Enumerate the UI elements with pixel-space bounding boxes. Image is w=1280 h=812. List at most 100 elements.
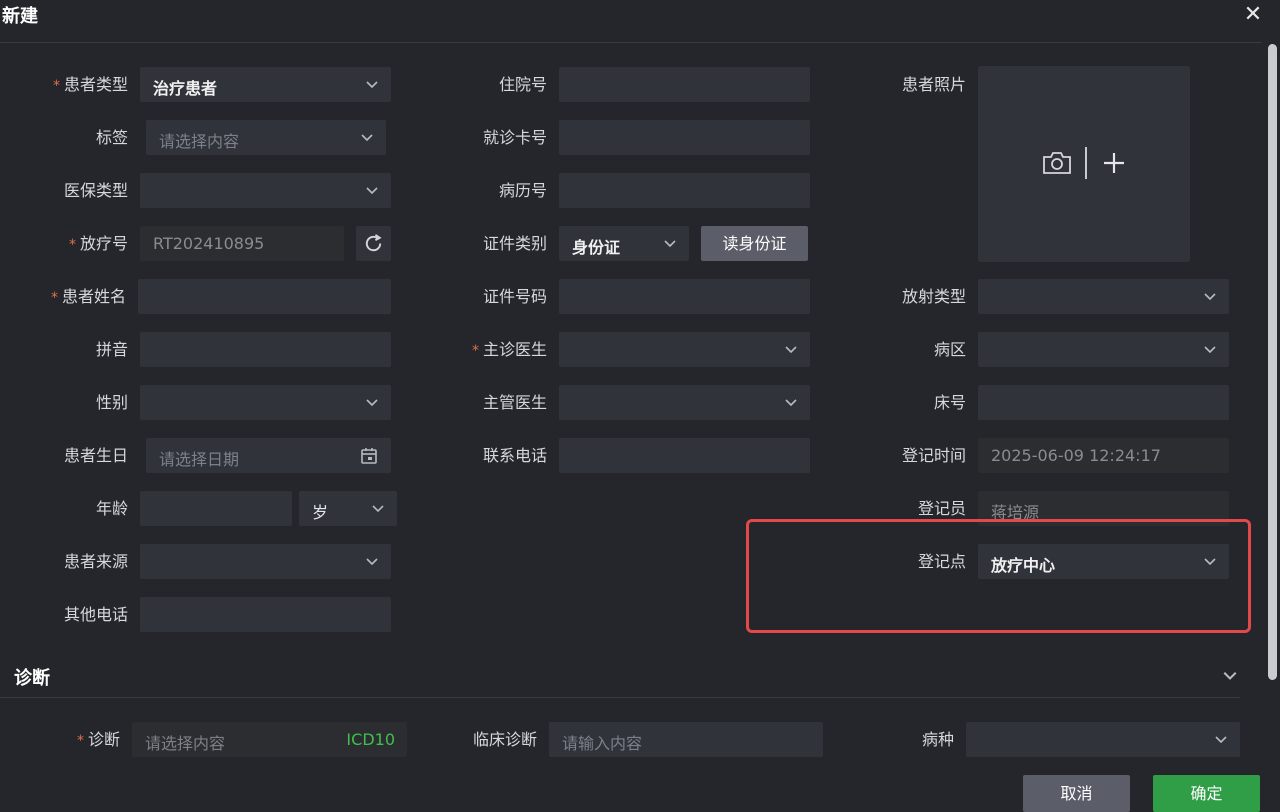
icd10-tag[interactable]: ICD10 (346, 730, 395, 749)
patient-photo-label: 患者照片 (901, 75, 966, 94)
new-patient-dialog: 新建 ✕ * 患者类型 治疗患者 标签 请选择内容 医保类型 * 放疗号 RT202… (0, 0, 1280, 812)
pinyin-input[interactable] (140, 332, 391, 367)
divider (0, 697, 1240, 698)
birthday-datepicker[interactable]: 请选择日期 (146, 438, 391, 473)
divider (1085, 147, 1087, 179)
tag-label: 标签 (95, 128, 128, 147)
chevron-down-icon (371, 501, 385, 515)
registrar-label: 登记员 (917, 499, 966, 518)
ward-label: 病区 (933, 340, 966, 359)
chevron-down-icon (1203, 289, 1217, 303)
section-title-diagnosis: 诊断 (14, 668, 50, 689)
other-phone-label: 其他电话 (63, 605, 128, 624)
chevron-down-icon (365, 77, 379, 91)
insurance-type-select[interactable] (140, 173, 391, 208)
bed-no-input[interactable] (978, 385, 1229, 420)
supervising-doctor-select[interactable] (559, 385, 810, 420)
radiation-type-select[interactable] (978, 279, 1229, 314)
chevron-down-icon (1203, 342, 1217, 356)
clinical-diagnosis-label: 临床诊断 (472, 730, 537, 749)
visit-card-no-input[interactable] (559, 120, 810, 155)
bed-no-label: 床号 (933, 393, 966, 412)
radiation-type-label: 放射类型 (901, 287, 966, 306)
chevron-down-icon (365, 395, 379, 409)
diagnosis-label: * 诊断 (76, 730, 120, 749)
radiotherapy-no-field: RT202410895 (140, 226, 344, 261)
id-number-input[interactable] (559, 279, 810, 314)
read-id-card-button[interactable]: 读身份证 (701, 226, 808, 261)
required-mark: * (50, 290, 58, 306)
ward-select[interactable] (978, 332, 1229, 367)
gender-label: 性别 (95, 393, 128, 412)
birthday-placeholder: 请选择日期 (159, 450, 240, 469)
close-icon[interactable]: ✕ (1240, 4, 1266, 30)
plus-icon[interactable] (1103, 152, 1125, 174)
age-unit-value: 岁 (312, 503, 329, 522)
chevron-down-icon[interactable] (1222, 667, 1238, 687)
chevron-down-icon (365, 554, 379, 568)
disease-type-select[interactable] (966, 722, 1240, 757)
calendar-icon (360, 447, 378, 465)
chevron-down-icon (360, 130, 374, 144)
refresh-icon (365, 234, 382, 252)
patient-type-value: 治疗患者 (153, 79, 218, 98)
id-type-label: 证件类别 (482, 234, 547, 253)
attending-doctor-label: * 主诊医生 (471, 340, 547, 359)
visit-card-no-label: 就诊卡号 (482, 128, 547, 147)
chevron-down-icon (365, 183, 379, 197)
refresh-button[interactable] (356, 226, 391, 261)
camera-icon[interactable] (1042, 151, 1072, 175)
scrollbar[interactable] (1266, 44, 1280, 684)
required-mark: * (471, 343, 479, 359)
patient-name-input[interactable] (138, 279, 391, 314)
patient-source-select[interactable] (140, 544, 391, 579)
id-type-value: 身份证 (572, 238, 621, 257)
radiotherapy-no-value: RT202410895 (153, 234, 265, 253)
tag-placeholder: 请选择内容 (159, 132, 240, 151)
inpatient-no-input[interactable] (559, 67, 810, 102)
age-input[interactable] (140, 491, 292, 526)
diagnosis-select[interactable]: 请选择内容 ICD10 (132, 722, 407, 757)
diagnosis-placeholder: 请选择内容 (145, 734, 226, 753)
patient-source-label: 患者来源 (63, 552, 128, 571)
highlight-box (746, 519, 1251, 633)
chevron-down-icon (784, 342, 798, 356)
register-time-label: 登记时间 (901, 446, 966, 465)
chevron-down-icon (784, 395, 798, 409)
register-time-value: 2025-06-09 12:24:17 (991, 446, 1161, 465)
radiotherapy-no-label: * 放疗号 (68, 234, 128, 253)
birthday-label: 患者生日 (63, 446, 128, 465)
patient-type-select[interactable]: 治疗患者 (140, 67, 391, 102)
attending-doctor-select[interactable] (559, 332, 810, 367)
id-type-select[interactable]: 身份证 (559, 226, 689, 261)
pinyin-label: 拼音 (95, 340, 128, 359)
phone-input[interactable] (559, 438, 810, 473)
chevron-down-icon (1214, 732, 1228, 746)
gender-select[interactable] (140, 385, 391, 420)
divider (0, 42, 1262, 43)
dialog-title: 新建 (2, 6, 38, 27)
cancel-button[interactable]: 取消 (1023, 775, 1130, 812)
tag-select[interactable]: 请选择内容 (146, 120, 386, 155)
disease-type-label: 病种 (921, 730, 954, 749)
required-mark: * (52, 78, 60, 94)
chevron-down-icon (663, 236, 677, 250)
age-label: 年龄 (95, 499, 128, 518)
clinical-diagnosis-placeholder: 请输入内容 (562, 734, 643, 753)
photo-upload[interactable] (978, 66, 1190, 262)
scrollbar-thumb[interactable] (1268, 44, 1277, 680)
patient-type-label: * 患者类型 (52, 75, 128, 94)
age-unit-select[interactable]: 岁 (299, 491, 397, 526)
medical-record-no-input[interactable] (559, 173, 810, 208)
other-phone-input[interactable] (140, 597, 391, 632)
supervising-doctor-label: 主管医生 (482, 393, 547, 412)
clinical-diagnosis-input[interactable]: 请输入内容 (549, 722, 823, 757)
confirm-button[interactable]: 确定 (1153, 775, 1260, 812)
register-time-field: 2025-06-09 12:24:17 (978, 438, 1229, 473)
inpatient-no-label: 住院号 (498, 75, 547, 94)
insurance-type-label: 医保类型 (63, 181, 128, 200)
phone-label: 联系电话 (482, 446, 547, 465)
id-number-label: 证件号码 (482, 287, 547, 306)
required-mark: * (76, 733, 84, 749)
medical-record-no-label: 病历号 (498, 181, 547, 200)
